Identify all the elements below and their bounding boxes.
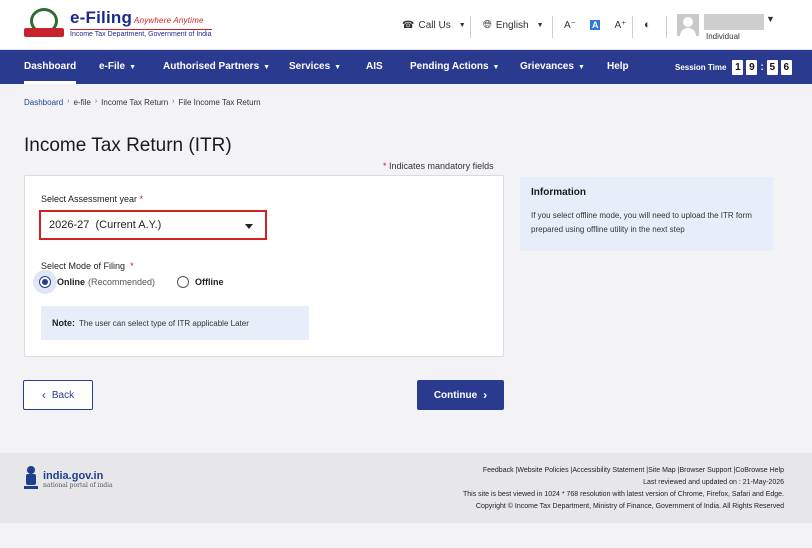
nav-ais[interactable]: AIS: [366, 50, 383, 84]
assessment-year-select[interactable]: 2026-27 (Current A.Y.): [39, 210, 267, 240]
online-mode-label: Online: [57, 277, 86, 287]
footer-updated: Last reviewed and updated on : 21-May-20…: [643, 479, 784, 486]
india-gov-site: india.gov.in: [43, 469, 104, 482]
user-avatar[interactable]: [677, 14, 699, 36]
back-button[interactable]: ‹ Back: [23, 380, 93, 410]
chevron-down-icon: ▼: [129, 64, 137, 71]
breadcrumb-current: File Income Tax Return: [178, 98, 261, 107]
breadcrumb-income-tax-return[interactable]: Income Tax Return: [101, 98, 168, 107]
font-decrease-button[interactable]: A⁻: [564, 20, 576, 31]
national-emblem-icon: [24, 466, 38, 492]
call-us-label: Call Us: [418, 19, 451, 31]
chevron-down-icon: ▼: [492, 64, 500, 71]
nav-grievances[interactable]: Grievances ▼: [520, 50, 585, 84]
continue-label: Continue: [433, 389, 478, 401]
chevron-down-icon: ▼: [263, 64, 271, 71]
session-digit: 5: [766, 59, 778, 75]
chevron-down-icon: ▼: [536, 21, 544, 29]
main-nav: Dashboard e-File ▼ Authorised Partners ▼ S…: [0, 50, 812, 84]
session-digit: 6: [780, 59, 792, 75]
page-title: Income Tax Return (ITR): [24, 135, 232, 156]
chevron-left-icon: ‹: [41, 388, 46, 402]
note-title: Note:: [52, 318, 75, 328]
itr-form-card: Select Assessment year * 2026-27 (Curren…: [24, 175, 504, 357]
information-title: Information: [531, 187, 586, 198]
india-gov-logo[interactable]: india.gov.in national portal of india: [24, 466, 113, 492]
page-footer: india.gov.in national portal of india Fe…: [0, 453, 812, 523]
radio-checked-icon: [39, 276, 51, 288]
back-label: Back: [51, 389, 75, 401]
user-role: Individual: [706, 32, 740, 41]
footer-best-viewed: This site is best viewed in 1024 * 768 r…: [463, 491, 784, 498]
font-increase-button[interactable]: A⁺: [614, 20, 626, 31]
information-text: If you select offline mode, you will nee…: [531, 211, 752, 234]
header-divider: [552, 16, 553, 38]
user-name-redacted[interactable]: [704, 14, 764, 30]
phone-icon: ☎: [402, 19, 415, 31]
assessment-year-label: Select Assessment year *: [41, 194, 144, 204]
call-us-menu[interactable]: ☎ Call Us ▼: [402, 20, 466, 31]
session-label: Session Time: [675, 62, 727, 72]
radio-unchecked-icon: [177, 276, 189, 288]
session-digit: 9: [746, 59, 758, 75]
information-panel: Information If you select offline mode, …: [520, 177, 773, 251]
nav-help[interactable]: Help: [607, 50, 629, 84]
nav-e-file[interactable]: e-File ▼: [99, 50, 136, 84]
mandatory-note: * Indicates mandatory fields: [383, 161, 494, 171]
font-normal-button[interactable]: A: [589, 20, 601, 30]
brand-department: Income Tax Department, Government of Ind…: [70, 29, 212, 38]
online-mode-hint: (Recommended): [88, 277, 156, 287]
brand-name: e-Filing: [70, 8, 133, 27]
continue-button[interactable]: Continue ›: [417, 380, 504, 410]
language-label: English: [495, 19, 529, 31]
nav-dashboard[interactable]: Dashboard: [24, 50, 77, 84]
top-header: e-Filing Anywhere Anytime Income Tax Depa…: [0, 0, 812, 50]
nav-authorised-partners[interactable]: Authorised Partners ▼: [163, 50, 270, 84]
chevron-down-icon: ▼: [458, 21, 466, 29]
brand-tagline: Anywhere Anytime: [134, 16, 204, 25]
footer-copyright: Copyright © Income Tax Department, Minis…: [475, 503, 784, 510]
chevron-down-icon: ▼: [577, 64, 585, 71]
session-timer: Session Time 1 9 : 5 6: [675, 50, 792, 84]
filing-mode-label: Select Mode of Filing *: [41, 261, 134, 271]
department-emblem-icon: [24, 8, 64, 40]
chevron-right-icon: ›: [94, 98, 98, 105]
efiling-logo[interactable]: e-Filing Anywhere Anytime Income Tax Depa…: [24, 8, 212, 40]
offline-mode-radio[interactable]: Offline: [177, 275, 224, 289]
breadcrumb: Dashboard › e-file › Income Tax Return ›…: [24, 98, 261, 107]
header-divider: [632, 16, 633, 38]
offline-mode-label: Offline: [195, 277, 224, 287]
chevron-right-icon: ›: [67, 98, 70, 105]
user-menu-chevron-icon[interactable]: ▼: [766, 14, 775, 24]
india-gov-subtitle: national portal of india: [43, 481, 113, 489]
session-digit: 1: [732, 59, 744, 75]
chevron-down-icon: ▼: [334, 64, 342, 71]
breadcrumb-dashboard[interactable]: Dashboard: [24, 98, 63, 107]
dropdown-arrow-icon: [245, 224, 253, 229]
header-divider: [470, 16, 471, 38]
contrast-toggle-icon[interactable]: ◐: [644, 19, 651, 31]
globe-icon: 🌐︎: [483, 18, 492, 31]
footer-links[interactable]: Feedback |Website Policies |Accessibilit…: [483, 467, 784, 474]
itr-type-note: Note: The user can select type of ITR ap…: [41, 306, 309, 340]
note-text: The user can select type of ITR applicab…: [79, 318, 249, 328]
nav-pending-actions[interactable]: Pending Actions ▼: [410, 50, 499, 84]
chevron-right-icon: ›: [172, 98, 175, 105]
breadcrumb-e-file[interactable]: e-file: [73, 98, 90, 107]
header-divider: [666, 16, 667, 38]
chevron-right-icon: ›: [483, 388, 488, 402]
online-mode-radio[interactable]: Online (Recommended): [39, 275, 155, 289]
nav-services[interactable]: Services ▼: [289, 50, 341, 84]
assessment-year-value: 2026-27 (Current A.Y.): [49, 219, 162, 231]
language-selector[interactable]: 🌐︎ English ▼: [483, 19, 544, 32]
